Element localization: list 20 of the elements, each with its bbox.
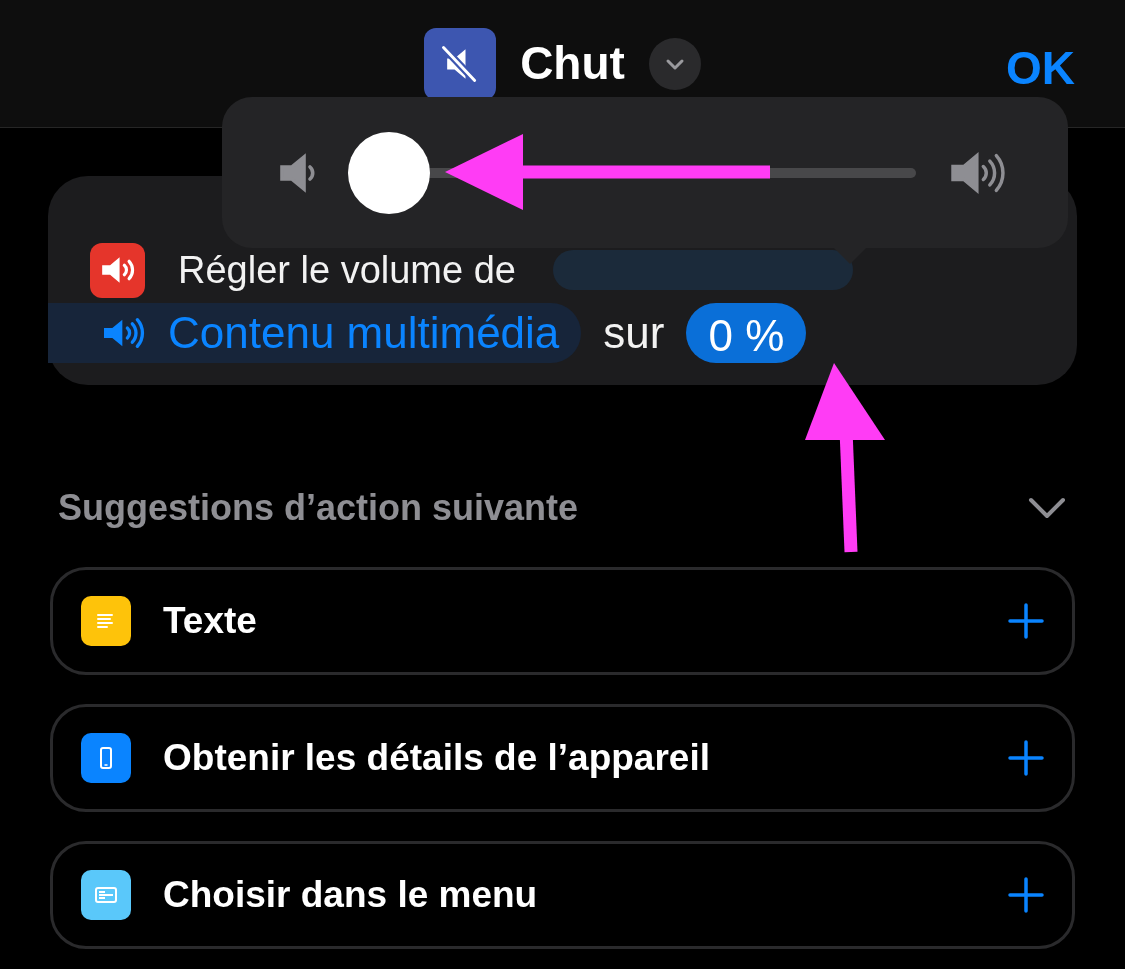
suggestion-row[interactable]: Choisir dans le menu xyxy=(50,841,1075,949)
chevron-down-icon[interactable] xyxy=(1027,496,1067,520)
plus-icon[interactable] xyxy=(1008,603,1044,639)
plus-icon[interactable] xyxy=(1008,740,1044,776)
section-title: Suggestions d’action suivante xyxy=(58,486,579,530)
shortcut-title: Chut xyxy=(520,36,625,91)
suggestion-label: Obtenir les détails de l’appareil xyxy=(163,736,711,781)
volume-value-button[interactable]: 0 % xyxy=(686,303,807,363)
suggestion-row[interactable]: Obtenir les détails de l’appareil xyxy=(50,704,1075,812)
connector-text: sur xyxy=(603,307,665,359)
action-label: Régler le volume de xyxy=(178,248,516,292)
suggestion-row[interactable]: Texte xyxy=(50,567,1075,675)
media-parameter-button[interactable]: Contenu multimédia xyxy=(48,303,582,363)
speaker-icon xyxy=(90,242,145,298)
suggestion-label: Texte xyxy=(163,599,258,644)
volume-slider[interactable] xyxy=(348,131,916,214)
muted-speaker-icon xyxy=(424,27,497,100)
plus-icon[interactable] xyxy=(1008,877,1044,913)
suggestion-label: Choisir dans le menu xyxy=(163,873,539,918)
ok-button[interactable]: OK xyxy=(1006,34,1075,103)
